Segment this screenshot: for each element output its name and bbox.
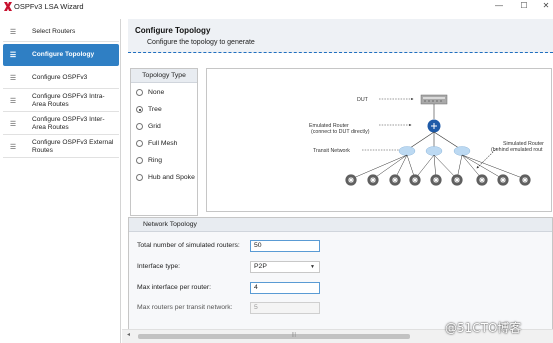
interface-type-value: P2P	[254, 263, 267, 270]
tree-topology-diagram: DUT Emulated Router (connect to DUT dire…	[309, 94, 544, 187]
topology-diagram: DUT Emulated Router (connect to DUT dire…	[206, 68, 552, 212]
max-interface-input[interactable]: 4	[250, 282, 320, 294]
topology-type-title: Topology Type	[131, 69, 197, 83]
radio-label: None	[148, 89, 165, 96]
sidebar-item-configure-topology[interactable]: ☰ Configure Topology	[3, 44, 119, 66]
radio-option-none[interactable]: None	[136, 89, 164, 96]
menu-lines-icon: ☰	[9, 97, 17, 105]
main-panel: Configure Topology Configure the topolog…	[122, 19, 553, 343]
dut-label: DUT	[357, 97, 369, 103]
sidebar-item-inter-area-routes[interactable]: ☰ Configure OSPFv3 Inter- Area Routes	[3, 113, 119, 135]
radio-button[interactable]	[136, 89, 143, 96]
menu-lines-icon: ☰	[9, 120, 17, 128]
radio-option-hub-and-spoke[interactable]: Hub and Spoke	[136, 174, 195, 181]
radio-button[interactable]	[136, 157, 143, 164]
radio-button[interactable]	[136, 123, 143, 130]
dut-device-icon	[420, 94, 448, 105]
total-routers-label: Total number of simulated routers:	[137, 242, 240, 249]
interface-type-select[interactable]: P2P ▼	[250, 261, 320, 273]
page-title: Configure Topology	[135, 26, 211, 35]
radio-option-grid[interactable]: Grid	[136, 123, 161, 130]
emulated-router-icon	[427, 119, 441, 133]
menu-lines-icon: ☰	[9, 29, 17, 36]
sidebar-item-configure-ospfv3[interactable]: ☰ Configure OSPFv3	[3, 68, 119, 89]
simulated-router-sublabel: (behind emulated rout	[491, 147, 543, 153]
radio-button-selected[interactable]	[136, 106, 143, 113]
radio-button[interactable]	[136, 174, 143, 181]
sidebar-item-label: Configure OSPFv3	[32, 74, 88, 81]
menu-lines-icon: ☰	[9, 143, 17, 151]
scrollbar-thumb[interactable]	[138, 334, 410, 339]
menu-lines-icon: ☰	[9, 75, 17, 82]
sidebar-item-label: Configure Topology	[32, 51, 95, 58]
window-title: OSPFv3 LSA Wizard	[14, 2, 84, 11]
total-routers-input[interactable]: 50	[250, 240, 320, 252]
chevron-down-icon: ▼	[310, 264, 315, 270]
emulated-router-sublabel: (connect to DUT directly)	[311, 129, 370, 135]
watermark: @51CTO博客	[445, 321, 522, 335]
close-button[interactable]: ✕	[538, 0, 553, 12]
radio-option-ring[interactable]: Ring	[136, 157, 162, 164]
scrollbar-grip-icon: |||	[292, 332, 296, 338]
network-topology-group: Network Topology Total number of simulat…	[128, 217, 553, 335]
sidebar-item-select-routers[interactable]: ☰ Select Routers	[3, 23, 119, 42]
page-subtitle: Configure the topology to generate	[147, 39, 255, 46]
radio-label: Hub and Spoke	[148, 174, 195, 181]
network-topology-title: Network Topology	[143, 221, 197, 228]
sidebar-item-label: Configure OSPFv3 Intra- Area Routes	[32, 92, 105, 108]
max-interface-label: Max interface per router:	[137, 284, 212, 291]
scroll-left-arrow-icon[interactable]: ◂	[127, 331, 130, 338]
menu-lines-icon: ☰	[9, 52, 17, 59]
sidebar-item-label: Configure OSPFv3 External Routes	[32, 138, 114, 154]
radio-label: Ring	[148, 157, 162, 164]
x-logo-icon	[4, 2, 12, 11]
maximize-button[interactable]: ☐	[516, 0, 532, 12]
max-routers-transit-input: 5	[250, 302, 320, 314]
interface-type-label: Interface type:	[137, 263, 181, 270]
title-bar: OSPFv3 LSA Wizard — ☐ ✕	[0, 0, 553, 14]
max-routers-transit-label: Max routers per transit network:	[137, 304, 233, 311]
simulated-router-icons	[344, 173, 532, 187]
sidebar-item-external-routes[interactable]: ☰ Configure OSPFv3 External Routes	[3, 136, 119, 158]
radio-label: Grid	[148, 123, 161, 130]
page-header: Configure Topology Configure the topolog…	[128, 19, 553, 53]
radio-label: Full Mesh	[148, 140, 178, 147]
network-topology-header: Network Topology	[129, 218, 552, 232]
radio-button[interactable]	[136, 140, 143, 147]
sidebar-item-intra-area-routes[interactable]: ☰ Configure OSPFv3 Intra- Area Routes	[3, 90, 119, 112]
sidebar-item-label: Configure OSPFv3 Inter- Area Routes	[32, 115, 105, 131]
radio-option-full-mesh[interactable]: Full Mesh	[136, 140, 177, 147]
radio-label: Tree	[148, 106, 162, 113]
transit-network-cloud-icon	[398, 146, 471, 156]
minimize-button[interactable]: —	[491, 0, 507, 12]
transit-network-label: Transit Network	[313, 148, 350, 154]
wizard-sidebar: ☰ Select Routers ☰ Configure Topology ☰ …	[0, 19, 121, 343]
sidebar-item-label: Select Routers	[32, 28, 76, 35]
radio-option-tree[interactable]: Tree	[136, 106, 162, 113]
topology-type-group: Topology Type None Tree Grid Full Mesh R…	[130, 68, 198, 216]
